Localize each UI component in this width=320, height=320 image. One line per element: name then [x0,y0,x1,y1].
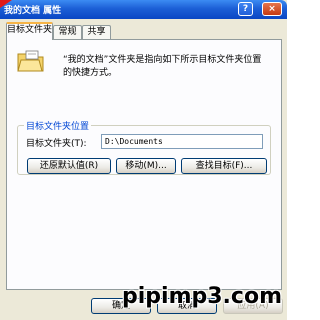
restore-default-button[interactable]: 还原默认值(R) [27,158,111,174]
tab-panel: “我的文档”文件夹是指向如下所示目标文件夹位置的快捷方式。 目标文件夹位置 目标… [6,39,282,290]
tab-sharing[interactable]: 共享 [82,25,111,39]
title-bar[interactable]: 我的文档 属性 ? × [0,0,287,19]
window-title: 我的文档 属性 [4,6,62,16]
tab-general[interactable]: 常规 [53,25,82,39]
close-button[interactable]: × [262,2,282,16]
find-target-button[interactable]: 查找目标(F)... [181,158,267,174]
help-button[interactable]: ? [238,2,253,16]
watermark-text: pipimp3.com [122,284,282,309]
help-icon: ? [242,4,249,14]
close-icon: × [268,4,276,14]
cursor-arrow-icon [0,0,12,8]
target-folder-label: 目标文件夹(T): [26,139,87,149]
tab-target-folder[interactable]: 目标文件夹 [6,22,53,40]
folder-icon [17,50,44,72]
move-button[interactable]: 移动(M)... [116,158,176,174]
description-text: “我的文档”文件夹是指向如下所示目标文件夹位置的快捷方式。 [63,55,262,78]
group-legend: 目标文件夹位置 [24,119,92,132]
target-folder-input[interactable]: D:\Documents [101,134,263,149]
tab-strip: 目标文件夹 常规 共享 [6,22,282,40]
properties-window: 我的文档 属性 ? × 目标文件夹 常规 共享 “我的文档”文件夹是指向如下所示… [0,0,287,320]
